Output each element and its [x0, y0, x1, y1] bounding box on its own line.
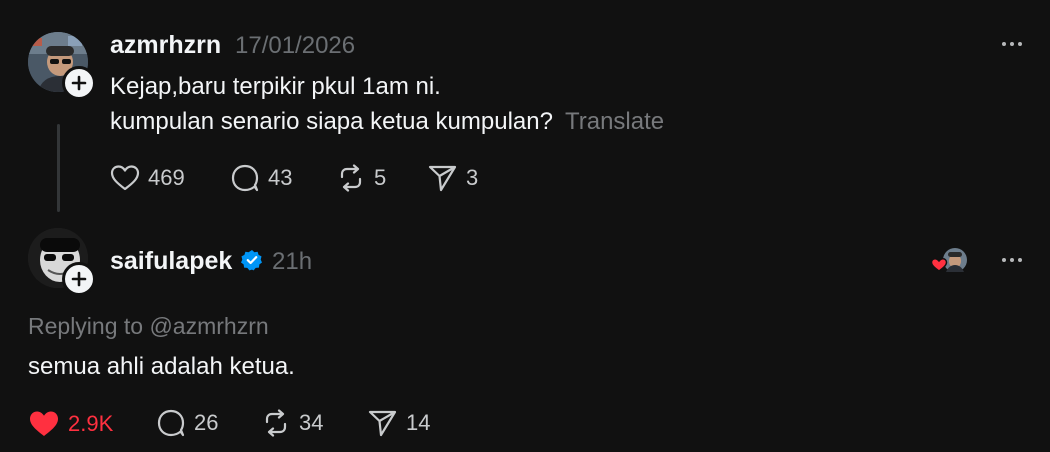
comment-bubble-icon	[231, 164, 259, 192]
replying-to-label: Replying to @azmrhzrn	[28, 313, 269, 339]
reply-time[interactable]: 21h	[272, 248, 312, 276]
author-avatar-liked-icon	[930, 248, 967, 272]
post-comment-count: 43	[268, 165, 293, 190]
plus-icon	[71, 75, 87, 91]
post-like-count: 469	[148, 165, 185, 190]
post-text-line-1: Kejap,baru terpikir pkul 1am ni.	[110, 73, 441, 100]
post-share-count: 3	[466, 165, 479, 190]
reply-text: semua ahli adalah ketua.	[28, 353, 295, 380]
post-text-line-2: kumpulan senario siapa ketua kumpulan? Tr…	[110, 108, 664, 136]
post-text-line-2-content: kumpulan senario siapa ketua kumpulan?	[110, 108, 553, 135]
reply-repost-button[interactable]: 34	[261, 409, 323, 437]
reply-more-button[interactable]	[1002, 258, 1022, 262]
reply-like-button[interactable]: 2.9K	[28, 409, 113, 439]
heart-icon	[110, 165, 140, 191]
repost-icon	[340, 164, 362, 192]
post-date[interactable]: 17/01/2026	[235, 32, 355, 60]
follow-button[interactable]	[62, 262, 96, 296]
reply-author-name[interactable]: saifulapek	[110, 247, 232, 276]
post-like-button[interactable]: 469	[110, 164, 185, 192]
reply-comment-button[interactable]: 26	[156, 409, 218, 437]
reply-share-button[interactable]: 14	[368, 409, 430, 437]
comment-bubble-icon	[157, 409, 185, 437]
repost-icon	[265, 409, 287, 437]
send-icon	[368, 410, 397, 437]
verified-badge-icon	[241, 250, 262, 271]
follow-button[interactable]	[62, 66, 96, 100]
translate-link[interactable]: Translate	[565, 108, 664, 135]
more-dots-icon	[1002, 258, 1006, 262]
post-repost-button[interactable]: 5	[336, 164, 386, 192]
thread-line	[57, 124, 60, 212]
reply-comment-count: 26	[194, 410, 219, 435]
send-icon	[428, 165, 457, 192]
post-share-button[interactable]: 3	[428, 164, 478, 192]
reply-repost-count: 34	[299, 410, 324, 435]
post-repost-count: 5	[374, 165, 387, 190]
post-author-name[interactable]: azmrhzrn	[110, 31, 221, 60]
more-dots-icon	[1002, 42, 1006, 46]
post-more-button[interactable]	[1002, 42, 1022, 46]
post-comment-button[interactable]: 43	[230, 164, 292, 192]
plus-icon	[71, 271, 87, 287]
reply-like-count: 2.9K	[68, 411, 114, 436]
author-liked-indicator	[930, 247, 970, 275]
reply-share-count: 14	[406, 410, 431, 435]
heart-filled-icon	[30, 411, 58, 436]
